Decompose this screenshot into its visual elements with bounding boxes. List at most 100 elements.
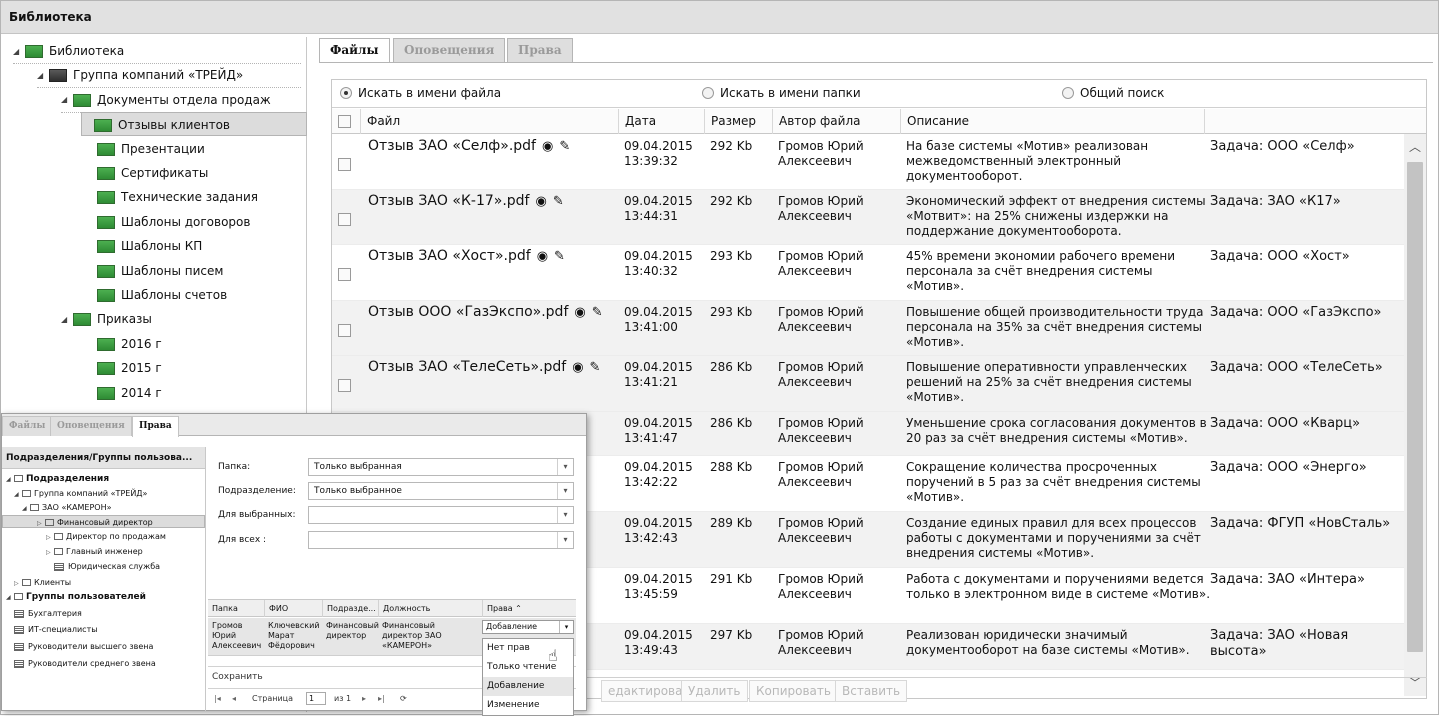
expand-arrow-icon[interactable]: ▷ xyxy=(46,546,54,559)
expand-arrow-icon[interactable]: ◢ xyxy=(14,488,22,501)
tree-item[interactable]: Отзывы клиентов xyxy=(81,112,307,137)
search-in-filename-radio[interactable]: Искать в имени файла xyxy=(340,86,501,100)
chevron-down-icon[interactable]: ▾ xyxy=(559,621,573,633)
subdivision-item[interactable]: ▷ Финансовый директор xyxy=(2,515,205,528)
last-page-icon[interactable]: ▸| xyxy=(378,689,385,709)
general-search-radio[interactable]: Общий поиск xyxy=(1062,86,1164,100)
expand-arrow-icon[interactable]: ▷ xyxy=(46,531,54,544)
file-name-link[interactable]: Отзыв ЗАО «Хост».pdf xyxy=(368,248,531,264)
select-all-checkbox[interactable] xyxy=(338,115,351,128)
vertical-scrollbar[interactable]: ︿ ﹀ xyxy=(1404,134,1426,696)
perm-col-fio[interactable]: ФИО xyxy=(264,600,322,617)
row-checkbox[interactable] xyxy=(338,268,351,281)
table-row[interactable]: Отзыв ООО «ГазЭкспо».pdf ◉ ✎ 09.04.2015 13:4… xyxy=(332,301,1404,356)
subdivision-item[interactable]: ◢ Группы пользователей xyxy=(6,591,146,604)
tree-item[interactable]: Шаблоны счетов xyxy=(85,283,295,307)
for-all-select[interactable]: ▾ xyxy=(308,531,574,549)
expand-arrow-icon[interactable]: ◢ xyxy=(13,40,25,64)
col-header-size[interactable]: Размер xyxy=(704,109,772,134)
expand-arrow-icon[interactable]: ◢ xyxy=(22,502,30,515)
view-eye-icon[interactable]: ◉ xyxy=(542,139,553,154)
task-cell[interactable]: Задача: ООО «Хост» xyxy=(1210,249,1350,264)
view-eye-icon[interactable]: ◉ xyxy=(536,194,547,209)
col-header-author[interactable]: Автор файла xyxy=(772,109,900,134)
view-eye-icon[interactable]: ◉ xyxy=(537,249,548,264)
task-cell[interactable]: Задача: ООО «Селф» xyxy=(1210,139,1355,154)
delete-button[interactable]: Удалить xyxy=(681,680,748,702)
scroll-thumb[interactable] xyxy=(1407,162,1423,652)
row-checkbox[interactable] xyxy=(338,379,351,392)
file-name-link[interactable]: Отзыв ЗАО «К-17».pdf xyxy=(368,193,530,209)
expand-arrow-icon[interactable]: ▷ xyxy=(14,577,22,590)
tab-notifications[interactable]: Оповещения xyxy=(393,38,506,62)
rights-select[interactable]: Добавление ▾ xyxy=(482,620,574,634)
tree-item[interactable]: 2016 г xyxy=(85,332,295,356)
rights-option-edit[interactable]: Изменение xyxy=(483,696,573,715)
row-checkbox[interactable] xyxy=(338,158,351,171)
tree-item[interactable]: Технические задания xyxy=(85,185,295,209)
chevron-down-icon[interactable]: ▾ xyxy=(557,507,573,523)
refresh-icon[interactable]: ⟳ xyxy=(400,689,407,709)
subdivision-item[interactable]: ▷ Директор по продажам xyxy=(46,530,166,543)
col-header-date[interactable]: Дата xyxy=(618,109,704,134)
file-name-link[interactable]: Отзыв ЗАО «Селф».pdf xyxy=(368,138,536,154)
for-selected-select[interactable]: ▾ xyxy=(308,506,574,524)
tree-item[interactable]: ◢ Библиотека xyxy=(13,39,295,63)
task-cell[interactable]: Задача: ФГУП «НовСталь» xyxy=(1210,516,1390,531)
subdivision-item[interactable]: ◢ Группа компаний «ТРЕЙД» xyxy=(14,487,147,500)
tree-item[interactable]: ◢ Документы отдела продаж xyxy=(61,88,295,112)
tab-files[interactable]: Файлы xyxy=(319,38,390,63)
task-cell[interactable]: Задача: ЗАО «К17» xyxy=(1210,194,1341,209)
edit-pencil-icon[interactable]: ✎ xyxy=(559,139,570,154)
tree-item[interactable]: Презентации xyxy=(85,137,295,161)
tree-item[interactable]: 2015 г xyxy=(85,356,295,380)
prev-page-icon[interactable]: ◂ xyxy=(232,689,236,709)
expand-arrow-icon[interactable]: ◢ xyxy=(6,473,14,486)
tree-item[interactable]: Шаблоны писем xyxy=(85,259,295,283)
subdivision-item[interactable]: Руководители высшего звена xyxy=(14,640,153,653)
task-cell[interactable]: Задача: ООО «ТелеСеть» xyxy=(1210,360,1383,375)
subdivision-item[interactable]: ◢ ЗАО «КАМЕРОН» xyxy=(22,501,111,514)
tree-item[interactable]: ◢ Приказы xyxy=(61,307,295,331)
col-header-file[interactable]: Файл xyxy=(360,109,618,134)
table-row[interactable]: Отзыв ЗАО «ТелеСеть».pdf ◉ ✎ 09.04.2015 13:4… xyxy=(332,356,1404,412)
rights-option-readonly[interactable]: Только чтение xyxy=(483,658,573,677)
subdivision-item[interactable]: ▷ Клиенты xyxy=(14,576,71,589)
overlay-tab-files[interactable]: Файлы xyxy=(2,416,53,436)
task-cell[interactable]: Задача: ЗАО «Интера» xyxy=(1210,572,1365,587)
overlay-tab-rights[interactable]: Права xyxy=(132,416,179,437)
tree-item[interactable]: Шаблоны договоров xyxy=(85,210,295,234)
file-name-link[interactable]: Отзыв ЗАО «ТелеСеть».pdf xyxy=(368,359,566,375)
copy-button[interactable]: Копировать xyxy=(749,680,838,702)
table-row[interactable]: Отзыв ЗАО «Селф».pdf ◉ ✎ 09.04.2015 13:39:32… xyxy=(332,135,1404,190)
edit-pencil-icon[interactable]: ✎ xyxy=(554,249,565,264)
perm-col-position[interactable]: Должность xyxy=(378,600,482,617)
row-checkbox[interactable] xyxy=(338,324,351,337)
expand-arrow-icon[interactable]: ◢ xyxy=(61,88,73,112)
scroll-up-icon[interactable]: ︿ xyxy=(1407,138,1423,154)
page-input[interactable]: 1 xyxy=(306,692,326,705)
chevron-down-icon[interactable]: ▾ xyxy=(557,532,573,548)
subdivision-item[interactable]: Руководители среднего звена xyxy=(14,657,156,670)
expand-arrow-icon[interactable]: ◢ xyxy=(61,308,73,332)
folder-select[interactable]: Только выбранная ▾ xyxy=(308,458,574,476)
subdivision-item[interactable]: ИТ-специалисты xyxy=(14,623,98,636)
task-cell[interactable]: Задача: ООО «Кварц» xyxy=(1210,416,1360,431)
edit-pencil-icon[interactable]: ✎ xyxy=(592,305,603,320)
tree-item[interactable]: Сертификаты xyxy=(85,161,295,185)
edit-pencil-icon[interactable]: ✎ xyxy=(553,194,564,209)
perm-col-rights[interactable]: Права ⌃ xyxy=(482,600,576,617)
tree-item[interactable]: 2014 г xyxy=(85,381,295,405)
task-cell-line2[interactable]: высота» xyxy=(1210,644,1267,659)
first-page-icon[interactable]: |◂ xyxy=(214,689,221,709)
row-checkbox[interactable] xyxy=(338,213,351,226)
task-cell[interactable]: Задача: ООО «Энерго» xyxy=(1210,460,1367,475)
tree-item[interactable]: ◢ Группа компаний «ТРЕЙД» xyxy=(37,63,295,87)
search-in-foldername-radio[interactable]: Искать в имени папки xyxy=(702,86,861,100)
expand-arrow-icon[interactable]: ◢ xyxy=(37,64,49,88)
subdivision-item[interactable]: Бухгалтерия xyxy=(14,607,82,620)
perm-col-folder[interactable]: Папка xyxy=(208,600,264,617)
perm-col-dept[interactable]: Подразде... xyxy=(322,600,378,617)
expand-arrow-icon[interactable]: ◢ xyxy=(6,591,14,604)
tree-item[interactable]: Шаблоны КП xyxy=(85,234,295,258)
